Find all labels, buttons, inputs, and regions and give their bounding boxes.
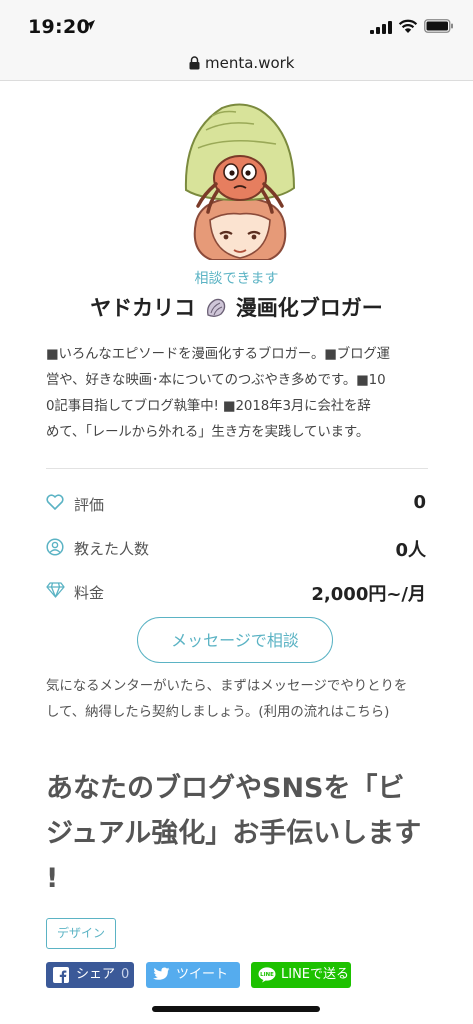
bio-line: 営や、好きな映画･本についてのつぶやき多めです。■10 [46,373,386,388]
note-end: ) [384,705,390,720]
flow-link[interactable]: こちら [344,705,384,720]
note-text: して、納得したら契約しましょう。(利用の流れは [46,705,344,720]
category-tag[interactable]: デザイン [46,918,116,949]
diamond-icon [46,582,65,598]
svg-text:LINE: LINE [260,972,274,978]
profile-bio: ■いろんなエピソードを漫画化するブロガー。■ブログ運 営や、好きな映画･本につい… [46,342,430,446]
facebook-share-button[interactable]: シェア 0 [46,962,134,988]
heart-icon [46,494,64,510]
status-time: 19:20 [28,16,90,38]
bio-line: ■いろんなエピソードを漫画化するブロガー。■ブログ運 [46,347,390,362]
line-send-label: LINEで送る [281,967,350,982]
address-bar[interactable]: menta.work [0,48,473,81]
location-arrow-icon [85,20,95,30]
stat-label: 教えた人数 [74,540,150,558]
line-icon: LINE [258,967,276,983]
twitter-tweet-button[interactable]: ツイート [146,962,240,988]
stat-label: 料金 [74,584,105,602]
home-indicator [152,1006,320,1012]
stat-value: 2,000円~/月 [311,584,426,605]
stat-value: 0人 [395,540,426,561]
note-line: して、納得したら契約しましょう。(利用の流れはこちら) [46,700,436,726]
profile-name: ヤドカリコ 漫画化ブロガー [0,292,473,322]
lock-icon [189,56,200,70]
profile-name-part1: ヤドカリコ [90,296,196,320]
battery-icon [424,19,453,33]
usage-note: 気になるメンターがいたら、まずはメッセージでやりとりを して、納得したら契約しま… [46,674,436,726]
twitter-tweet-label: ツイート [176,967,229,982]
plan-headline: あなたのブログやSNSを「ビ ジュアル強化」お手伝いします ! [46,766,438,901]
wifi-icon [398,19,418,33]
profile-name-part2: 漫画化ブロガー [235,296,383,320]
divider [46,468,428,469]
availability-status: 相談できます [194,271,279,287]
url-text: menta.work [205,54,295,72]
headline-line: ジュアル強化」お手伝いします [46,818,422,849]
avatar [184,103,296,260]
bio-line: めて、「レールから外れる」生き方を実践しています。 [46,425,370,440]
stat-fee: 料金 2,000円~/月 [46,578,428,606]
headline-line: あなたのブログやSNSを「ビ [46,773,405,804]
headline-line: ! [46,863,59,894]
facebook-share-label: シェア [76,967,116,982]
stat-rating: 評価 0 [46,490,428,518]
bio-line: 0記事目指してブログ執筆中! ■2018年3月に会社を辞 [46,399,371,414]
twitter-bird-icon [153,967,170,980]
stat-value: 0 [413,492,426,513]
facebook-share-count: 0 [121,967,130,982]
stat-label: 評価 [74,496,105,514]
message-consult-button[interactable]: メッセージで相談 [137,617,333,663]
facebook-icon [53,967,69,983]
status-bar: 19:20 [0,0,473,48]
user-circle-icon [46,538,64,556]
stat-students: 教えた人数 0人 [46,534,428,562]
shell-icon [206,298,225,317]
note-line: 気になるメンターがいたら、まずはメッセージでやりとりを [46,679,408,694]
line-send-button[interactable]: LINE LINEで送る [251,962,351,988]
signal-icon [370,21,392,34]
